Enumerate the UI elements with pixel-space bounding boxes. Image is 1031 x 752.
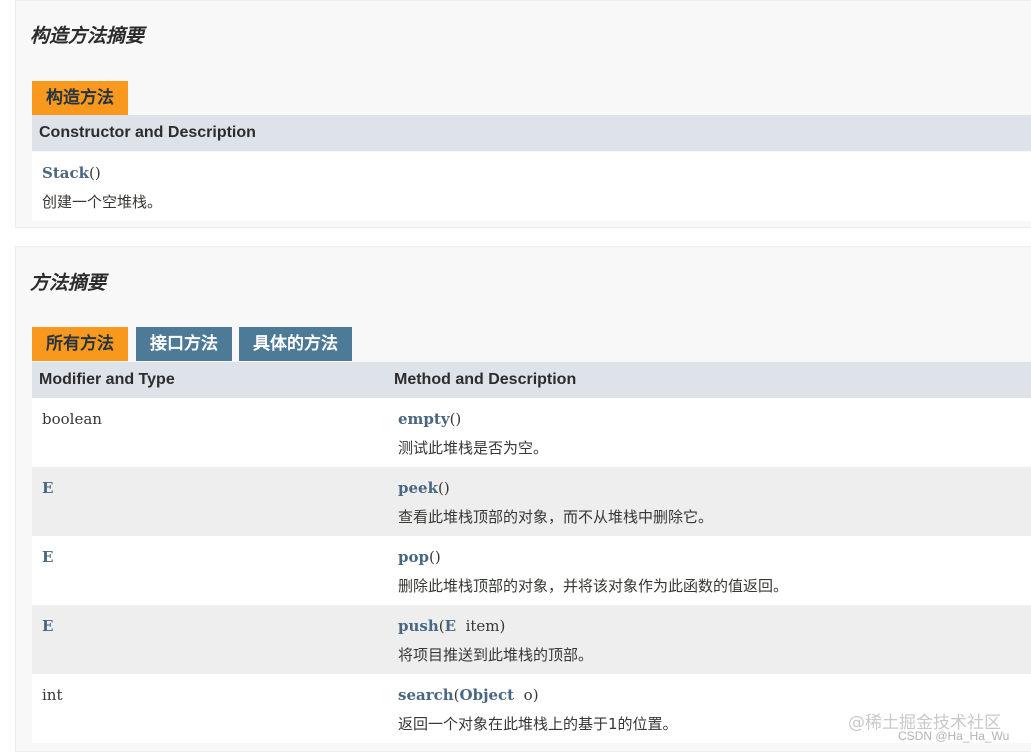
param-type-link[interactable]: Object xyxy=(460,686,515,704)
constructor-params: () xyxy=(89,164,101,182)
return-type-link[interactable]: E xyxy=(42,617,53,635)
param-close: ) xyxy=(532,686,539,704)
method-name-link[interactable]: peek xyxy=(398,479,438,497)
method-row-empty: boolean empty() 测试此堆栈是否为空。 xyxy=(32,398,1031,467)
method-description: 测试此堆栈是否为空。 xyxy=(398,439,549,457)
param-close: ) xyxy=(434,548,441,566)
tab-concrete-methods[interactable]: 具体的方法 xyxy=(239,327,352,361)
method-description: 返回一个对象在此堆栈上的基于1的位置。 xyxy=(398,715,678,733)
method-table-header: Modifier and Type Method and Description xyxy=(32,362,1031,398)
param-name: item xyxy=(456,617,500,635)
param-close: ) xyxy=(443,479,450,497)
method-name-link[interactable]: search xyxy=(398,686,454,704)
header-modifier-type: Modifier and Type xyxy=(39,371,175,388)
method-description: 删除此堆栈顶部的对象，并将该对象作为此函数的值返回。 xyxy=(398,577,789,595)
return-type: int xyxy=(42,686,63,704)
constructor-name-link[interactable]: Stack xyxy=(42,164,89,182)
constructor-row: Stack() 创建一个空堆栈。 xyxy=(32,152,1031,221)
method-signature: peek() xyxy=(398,479,450,497)
method-row-push: E push(E item) 将项目推送到此堆栈的顶部。 xyxy=(32,605,1031,674)
method-signature: pop() xyxy=(398,548,441,566)
method-name-link[interactable]: push xyxy=(398,617,439,635)
header-method-description: Method and Description xyxy=(394,371,577,388)
method-description: 将项目推送到此堆栈的顶部。 xyxy=(398,646,594,664)
method-name-link[interactable]: empty xyxy=(398,410,450,428)
tab-constructors[interactable]: 构造方法 xyxy=(32,81,128,115)
method-name-link[interactable]: pop xyxy=(398,548,429,566)
method-signature: search(Object o) xyxy=(398,686,539,704)
param-type-link[interactable]: E xyxy=(445,617,456,635)
param-name: o xyxy=(514,686,533,704)
return-type: boolean xyxy=(42,410,102,428)
return-type-link[interactable]: E xyxy=(42,479,53,497)
watermark-csdn: CSDN @Ha_Ha_Wu xyxy=(898,729,1010,743)
method-summary-title: 方法摘要 xyxy=(30,272,107,294)
header-constructor-description: Constructor and Description xyxy=(39,124,256,141)
constructor-summary-section: 构造方法摘要 构造方法 Constructor and Description … xyxy=(15,0,1031,228)
method-description: 查看此堆栈顶部的对象，而不从堆栈中删除它。 xyxy=(398,508,714,526)
constructor-summary-title: 构造方法摘要 xyxy=(30,25,145,47)
constructor-description: 创建一个空堆栈。 xyxy=(42,193,163,211)
constructor-signature: Stack() xyxy=(42,164,101,182)
method-row-pop: E pop() 删除此堆栈顶部的对象，并将该对象作为此函数的值返回。 xyxy=(32,536,1031,605)
param-close: ) xyxy=(455,410,462,428)
method-signature: empty() xyxy=(398,410,461,428)
tab-interface-methods[interactable]: 接口方法 xyxy=(136,327,232,361)
tab-all-methods[interactable]: 所有方法 xyxy=(32,327,128,361)
param-close: ) xyxy=(499,617,506,635)
method-row-peek: E peek() 查看此堆栈顶部的对象，而不从堆栈中删除它。 xyxy=(32,467,1031,536)
return-type-link[interactable]: E xyxy=(42,548,53,566)
method-summary-section: 方法摘要 所有方法 接口方法 具体的方法 Modifier and Type M… xyxy=(15,246,1031,752)
method-signature: push(E item) xyxy=(398,617,505,635)
constructor-table-header: Constructor and Description xyxy=(32,115,1031,151)
